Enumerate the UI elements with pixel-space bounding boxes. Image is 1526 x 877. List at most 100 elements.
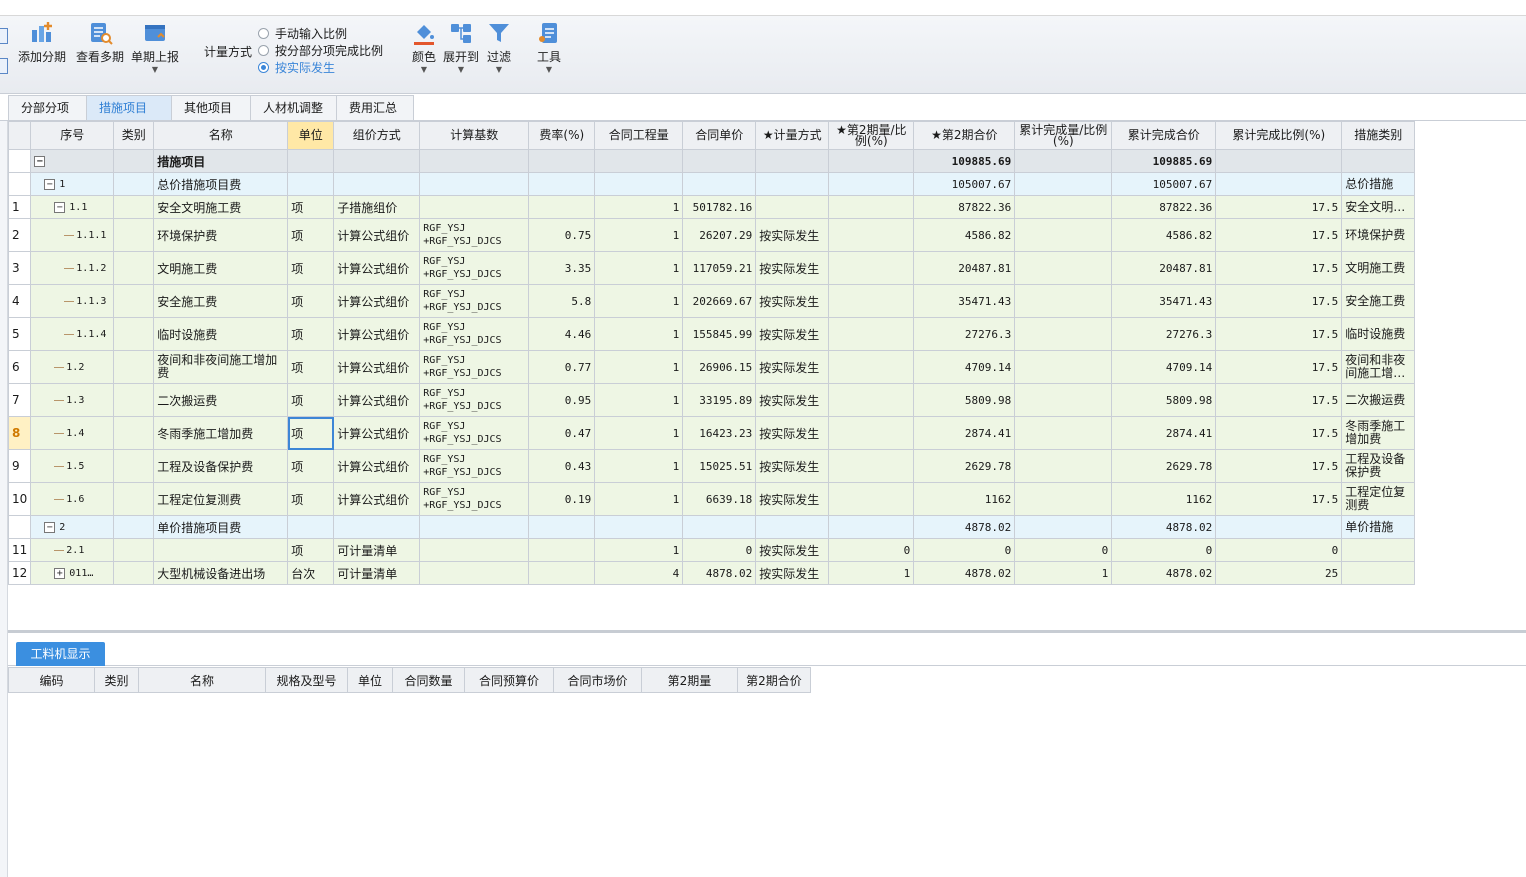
cumulative-qty-cell[interactable] bbox=[1014, 317, 1113, 351]
contract-qty-cell[interactable]: 1 bbox=[594, 218, 684, 252]
measure-category-cell[interactable]: 临时设施费 bbox=[1341, 317, 1416, 351]
contract-price-cell[interactable]: 155845.99 bbox=[682, 317, 757, 351]
color-button[interactable]: 颜色 ▼ bbox=[410, 20, 438, 75]
category-cell[interactable] bbox=[113, 561, 155, 585]
name-cell[interactable]: 措施项目 bbox=[153, 149, 289, 173]
tab-measures[interactable]: 措施项目 bbox=[86, 95, 172, 121]
calc-base-cell[interactable]: RGF_YSJ +RGF_YSJ_DJCS bbox=[419, 284, 530, 318]
cumulative-qty-cell[interactable] bbox=[1014, 350, 1113, 384]
cumulative-qty-cell[interactable] bbox=[1014, 251, 1113, 285]
calc-base-cell[interactable]: RGF_YSJ +RGF_YSJ_DJCS bbox=[419, 482, 530, 516]
radio-actual[interactable]: 按实际发生 bbox=[258, 59, 335, 76]
category-cell[interactable] bbox=[113, 172, 155, 196]
table-row[interactable]: 5 1.1.4 临时设施费项计算公式组价 RGF_YSJ +RGF_YSJ_DJCS 4… bbox=[7, 317, 1416, 351]
row-number[interactable] bbox=[7, 149, 32, 173]
contract-price-cell[interactable]: 4878.02 bbox=[682, 561, 757, 585]
rate-cell[interactable]: 0.19 bbox=[528, 482, 596, 516]
measure-mode-cell[interactable] bbox=[755, 149, 830, 173]
seq-cell[interactable]: 1.1.3 bbox=[30, 284, 115, 318]
period2-qty-cell[interactable] bbox=[828, 317, 915, 351]
filter-button[interactable]: 过滤 ▼ bbox=[484, 20, 514, 75]
cumulative-ratio-cell[interactable]: 17.5 bbox=[1215, 416, 1343, 450]
sub-header-market-price[interactable]: 合同市场价 bbox=[553, 667, 642, 693]
cumulative-qty-cell[interactable] bbox=[1014, 515, 1113, 539]
period2-qty-cell[interactable] bbox=[828, 350, 915, 384]
contract-price-cell[interactable]: 0 bbox=[682, 538, 757, 562]
measure-mode-cell[interactable] bbox=[755, 172, 830, 196]
sub-header-spec[interactable]: 规格及型号 bbox=[265, 667, 348, 693]
add-period-button[interactable]: 添加分期 bbox=[17, 20, 67, 65]
unit-cell[interactable]: 项 bbox=[287, 251, 335, 285]
rate-cell[interactable]: 0.47 bbox=[528, 416, 596, 450]
measure-category-cell[interactable]: 总价措施 bbox=[1341, 172, 1416, 196]
rate-cell[interactable]: 0.95 bbox=[528, 383, 596, 417]
name-cell[interactable]: 冬雨季施工增加费 bbox=[153, 416, 289, 450]
seq-cell[interactable]: −2 bbox=[30, 515, 115, 539]
cumulative-total-cell[interactable]: 87822.36 bbox=[1111, 195, 1217, 219]
measure-category-cell[interactable]: 二次搬运费 bbox=[1341, 383, 1416, 417]
table-row[interactable]: − 措施项目 109885.69 109885.69 bbox=[7, 149, 1416, 173]
cumulative-ratio-cell[interactable]: 17.5 bbox=[1215, 251, 1343, 285]
calc-base-cell[interactable] bbox=[419, 172, 530, 196]
measure-mode-cell[interactable]: 按实际发生 bbox=[755, 482, 830, 516]
contract-qty-cell[interactable]: 1 bbox=[594, 449, 684, 483]
name-cell[interactable]: 工程及设备保护费 bbox=[153, 449, 289, 483]
cumulative-total-cell[interactable]: 4878.02 bbox=[1111, 561, 1217, 585]
rate-cell[interactable] bbox=[528, 195, 596, 219]
header-cumulative-ratio[interactable]: 累计完成比例(%) bbox=[1215, 121, 1343, 150]
header-contract-price[interactable]: 合同单价 bbox=[682, 121, 757, 150]
cumulative-total-cell[interactable]: 4878.02 bbox=[1111, 515, 1217, 539]
radio-manual-ratio[interactable]: 手动输入比例 bbox=[258, 25, 347, 42]
seq-cell[interactable]: 1.2 bbox=[30, 350, 115, 384]
rate-cell[interactable]: 0.43 bbox=[528, 449, 596, 483]
row-number[interactable]: 1 bbox=[7, 195, 32, 219]
measure-mode-cell[interactable]: 按实际发生 bbox=[755, 218, 830, 252]
period2-qty-cell[interactable] bbox=[828, 218, 915, 252]
seq-cell[interactable]: 1.6 bbox=[30, 482, 115, 516]
header-pricing-method[interactable]: 组价方式 bbox=[333, 121, 421, 150]
measure-mode-cell[interactable]: 按实际发生 bbox=[755, 449, 830, 483]
category-cell[interactable] bbox=[113, 350, 155, 384]
measure-category-cell[interactable]: 环境保护费 bbox=[1341, 218, 1416, 252]
cumulative-total-cell[interactable]: 20487.81 bbox=[1111, 251, 1217, 285]
method-cell[interactable]: 计算公式组价 bbox=[333, 251, 421, 285]
measure-mode-cell[interactable]: 按实际发生 bbox=[755, 251, 830, 285]
row-number[interactable] bbox=[7, 515, 32, 539]
seq-cell[interactable]: 1.1.1 bbox=[30, 218, 115, 252]
cumulative-total-cell[interactable]: 1162 bbox=[1111, 482, 1217, 516]
category-cell[interactable] bbox=[113, 538, 155, 562]
tab-cost-summary[interactable]: 费用汇总 bbox=[336, 95, 414, 121]
measure-mode-cell[interactable]: 按实际发生 bbox=[755, 538, 830, 562]
table-row[interactable]: 4 1.1.3 安全施工费项计算公式组价 RGF_YSJ +RGF_YSJ_DJCS 5… bbox=[7, 284, 1416, 318]
method-cell[interactable] bbox=[333, 149, 421, 173]
category-cell[interactable] bbox=[113, 482, 155, 516]
category-cell[interactable] bbox=[113, 284, 155, 318]
rate-cell[interactable] bbox=[528, 538, 596, 562]
cumulative-ratio-cell[interactable]: 17.5 bbox=[1215, 195, 1343, 219]
cumulative-total-cell[interactable]: 2874.41 bbox=[1111, 416, 1217, 450]
cumulative-ratio-cell[interactable]: 17.5 bbox=[1215, 218, 1343, 252]
cumulative-qty-cell[interactable]: 1 bbox=[1014, 561, 1113, 585]
method-cell[interactable]: 可计量清单 bbox=[333, 538, 421, 562]
method-cell[interactable]: 计算公式组价 bbox=[333, 218, 421, 252]
table-row[interactable]: 2 1.1.1 环境保护费项计算公式组价 RGF_YSJ +RGF_YSJ_DJCS 0… bbox=[7, 218, 1416, 252]
row-number[interactable]: 7 bbox=[7, 383, 32, 417]
measure-category-cell[interactable]: 安全文明… bbox=[1341, 195, 1416, 219]
method-cell[interactable]: 计算公式组价 bbox=[333, 449, 421, 483]
period2-qty-cell[interactable] bbox=[828, 195, 915, 219]
view-periods-button[interactable]: 查看多期 bbox=[75, 20, 125, 65]
cumulative-qty-cell[interactable] bbox=[1014, 195, 1113, 219]
cumulative-total-cell[interactable]: 27276.3 bbox=[1111, 317, 1217, 351]
cumulative-ratio-cell[interactable] bbox=[1215, 149, 1343, 173]
expand-icon[interactable]: + bbox=[54, 567, 66, 579]
unit-cell[interactable]: 项 bbox=[287, 416, 335, 450]
name-cell[interactable]: 工程定位复测费 bbox=[153, 482, 289, 516]
cumulative-total-cell[interactable]: 4709.14 bbox=[1111, 350, 1217, 384]
contract-price-cell[interactable]: 26207.29 bbox=[682, 218, 757, 252]
contract-price-cell[interactable]: 15025.51 bbox=[682, 449, 757, 483]
cumulative-ratio-cell[interactable]: 17.5 bbox=[1215, 284, 1343, 318]
unit-cell[interactable] bbox=[287, 172, 335, 196]
header-measure-category[interactable]: 措施类别 bbox=[1341, 121, 1416, 150]
contract-qty-cell[interactable]: 1 bbox=[594, 350, 684, 384]
sub-header-code[interactable]: 编码 bbox=[8, 667, 95, 693]
